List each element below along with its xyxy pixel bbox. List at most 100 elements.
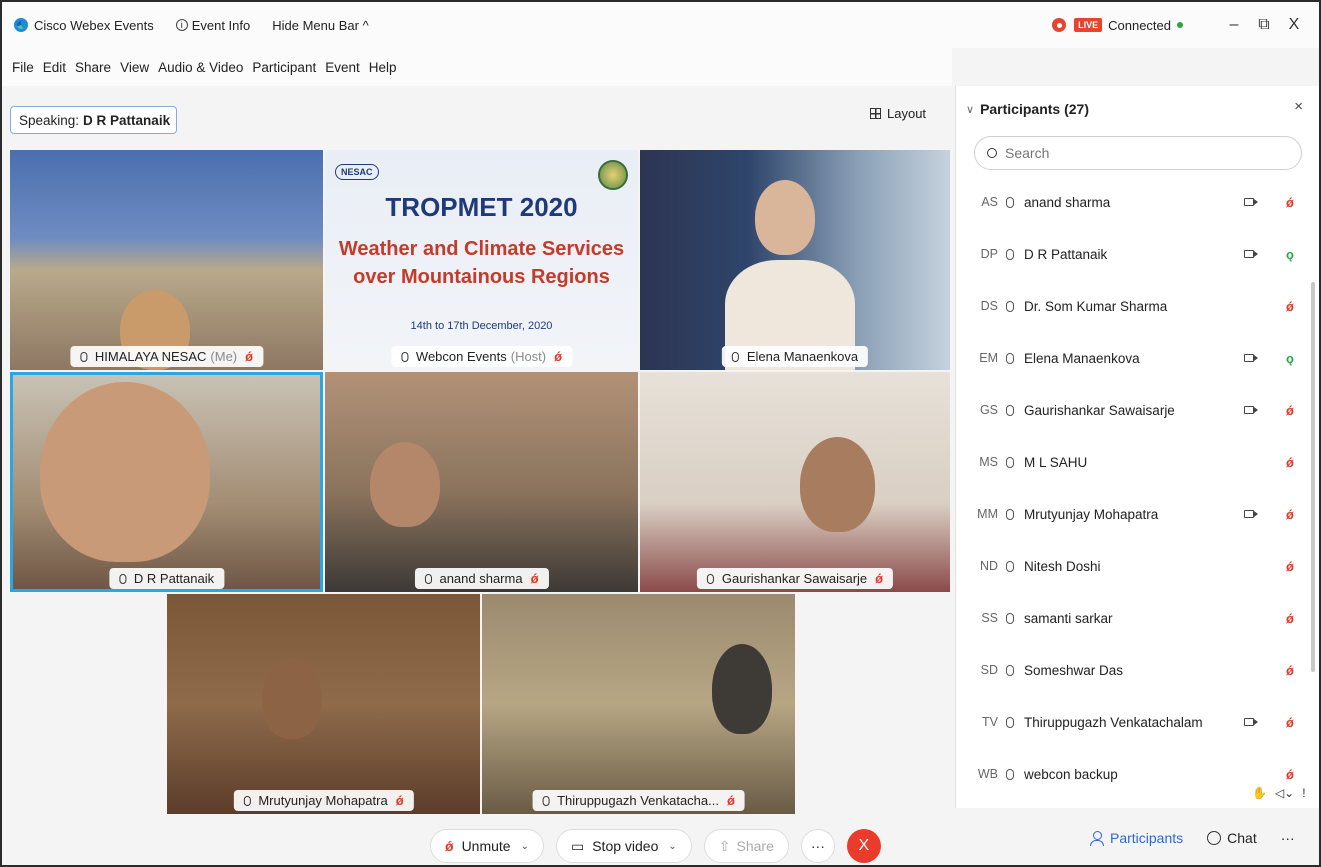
microphone-icon (1006, 196, 1014, 208)
megaphone-icon[interactable]: ◁⌄ (1275, 786, 1294, 800)
meeting-controls: ǿ Unmute ⌄ ▭ Stop video ⌄ ⇧ Share ··· X (430, 828, 881, 864)
video-tile-himalaya-nesac[interactable]: HIMALAYA NESAC (Me) ǿ (10, 150, 323, 370)
participant-list: AS anand sharma ǿ DP D R Pattanaik ǫ DS … (956, 176, 1320, 800)
recording-icon (1052, 18, 1067, 32)
participant-row[interactable]: SD Someshwar Das ǿ (956, 644, 1320, 696)
stop-video-button[interactable]: ▭ Stop video ⌄ (555, 829, 692, 863)
menu-file[interactable]: File (12, 60, 34, 75)
more-options-button[interactable]: ··· (800, 829, 835, 863)
alert-icon[interactable]: ! (1302, 786, 1305, 800)
chevron-down-icon[interactable]: ∨ (966, 103, 974, 116)
microphone-icon (1006, 664, 1014, 676)
microphone-icon (1006, 560, 1014, 572)
tile-name-tag: Elena Manaenkova (721, 346, 869, 367)
search-input[interactable] (1005, 145, 1285, 161)
participant-row[interactable]: EM Elena Manaenkova ǫ (956, 332, 1320, 384)
microphone-icon (1006, 508, 1014, 520)
muted-microphone-icon[interactable]: ǿ (1286, 611, 1294, 626)
raise-hand-icon[interactable]: ✋ (1252, 786, 1267, 800)
microphone-icon (1006, 768, 1014, 780)
banner-subtitle-2: over Mountainous Regions (353, 266, 610, 288)
participants-toggle-button[interactable]: Participants (1090, 830, 1183, 846)
more-panels-button[interactable]: ··· (1281, 830, 1295, 846)
participant-row[interactable]: SS samanti sarkar ǿ (956, 592, 1320, 644)
close-panel-button[interactable]: × (1294, 98, 1303, 115)
muted-microphone-icon[interactable]: ǿ (1286, 507, 1294, 522)
muted-microphone-icon[interactable]: ǿ (1286, 195, 1294, 210)
video-camera-icon (1244, 198, 1258, 206)
video-tile-d-r-pattanaik[interactable]: D R Pattanaik (10, 372, 323, 592)
muted-microphone-icon[interactable]: ǿ (1286, 767, 1294, 782)
participant-row[interactable]: TV Thiruppugazh Venkatachalam ǿ (956, 696, 1320, 748)
muted-microphone-icon[interactable]: ǿ (1286, 715, 1294, 730)
video-tile-gaurishankar-sawaisarje[interactable]: Gaurishankar Sawaisarje ǿ (640, 372, 950, 592)
video-tile-thiruppugazh-venkatachalam[interactable]: Thiruppugazh Venkatacha... ǿ (482, 594, 795, 814)
restore-button[interactable]: ⧉ (1249, 16, 1279, 34)
menu-edit[interactable]: Edit (43, 60, 66, 75)
muted-microphone-icon[interactable]: ǿ (1286, 455, 1294, 470)
active-speaker-label: Speaking: D R Pattanaik (10, 106, 177, 134)
chevron-down-icon[interactable]: ⌄ (668, 841, 676, 852)
participants-panel: ∨ Participants (27) × AS anand sharma ǿ … (955, 86, 1319, 808)
info-icon: i (175, 19, 188, 31)
muted-microphone-icon: ǿ (554, 349, 563, 364)
tile-name-tag: Mrutyunjay Mohapatra ǿ (233, 790, 414, 811)
close-window-button[interactable]: X (1279, 16, 1309, 34)
event-info-button[interactable]: i Event Info (175, 18, 250, 33)
active-microphone-icon[interactable]: ǫ (1286, 351, 1294, 366)
muted-microphone-icon[interactable]: ǿ (1286, 663, 1294, 678)
muted-microphone-icon[interactable]: ǿ (1286, 403, 1294, 418)
participant-row[interactable]: MM Mrutyunjay Mohapatra ǿ (956, 488, 1320, 540)
video-stage: Speaking: D R Pattanaik Layout HIMALAYA … (2, 86, 952, 865)
banner-title: TROPMET 2020 (385, 192, 578, 222)
microphone-icon (1006, 612, 1014, 624)
menu-event[interactable]: Event (325, 60, 360, 75)
participant-row[interactable]: ND Nitesh Doshi ǿ (956, 540, 1320, 592)
minimize-button[interactable]: – (1219, 16, 1249, 34)
video-tile-anand-sharma[interactable]: anand sharma ǿ (325, 372, 638, 592)
leave-meeting-button[interactable]: X (846, 829, 881, 863)
participant-search[interactable] (974, 136, 1302, 170)
muted-microphone-icon: ǿ (875, 571, 884, 586)
menu-share[interactable]: Share (75, 60, 111, 75)
video-tile-elena-manaenkova[interactable]: Elena Manaenkova (640, 150, 950, 370)
participant-row[interactable]: AS anand sharma ǿ (956, 176, 1320, 228)
video-tile-mrutyunjay-mohapatra[interactable]: Mrutyunjay Mohapatra ǿ (167, 594, 480, 814)
menu-view[interactable]: View (120, 60, 149, 75)
video-camera-icon (1244, 718, 1258, 726)
participant-row[interactable]: DP D R Pattanaik ǫ (956, 228, 1320, 280)
menu-participant[interactable]: Participant (252, 60, 316, 75)
microphone-icon (1006, 248, 1014, 260)
chevron-down-icon[interactable]: ⌄ (521, 841, 529, 852)
microphone-icon (118, 573, 126, 584)
muted-microphone-icon[interactable]: ǿ (1286, 299, 1294, 314)
participants-panel-header[interactable]: ∨ Participants (27) (956, 86, 1319, 132)
video-tile-webcon-events[interactable]: NESAC TROPMET 2020 Weather and Climate S… (325, 150, 638, 370)
muted-microphone-icon: ǿ (395, 793, 404, 808)
participant-row[interactable]: MS M L SAHU ǿ (956, 436, 1320, 488)
live-badge: LIVE (1074, 18, 1103, 32)
menu-audio-video[interactable]: Audio & Video (158, 60, 243, 75)
microphone-icon (1006, 716, 1014, 728)
microphone-icon (542, 795, 550, 806)
microphone-icon (1006, 404, 1014, 416)
title-bar-right: LIVE Connected – ⧉ X (1052, 2, 1309, 48)
layout-button[interactable]: Layout (870, 106, 926, 121)
muted-microphone-icon: ǿ (445, 838, 454, 854)
microphone-icon (1006, 352, 1014, 364)
chat-toggle-button[interactable]: Chat (1207, 830, 1257, 846)
share-button[interactable]: ⇧ Share (703, 829, 789, 863)
microphone-icon (706, 573, 714, 584)
connection-status[interactable]: Connected (1108, 18, 1171, 33)
microphone-icon (79, 351, 87, 362)
participant-row[interactable]: DS Dr. Som Kumar Sharma ǿ (956, 280, 1320, 332)
active-microphone-icon[interactable]: ǫ (1286, 247, 1294, 262)
hide-menu-bar-button[interactable]: Hide Menu Bar ^ (272, 18, 368, 33)
muted-microphone-icon[interactable]: ǿ (1286, 559, 1294, 574)
banner-subtitle-1: Weather and Climate Services (338, 238, 625, 260)
tile-name-tag: Webcon Events (Host) ǿ (390, 346, 573, 367)
participant-row[interactable]: GS Gaurishankar Sawaisarje ǿ (956, 384, 1320, 436)
participant-list-scrollbar[interactable] (1311, 282, 1315, 672)
unmute-button[interactable]: ǿ Unmute ⌄ (430, 829, 544, 863)
menu-help[interactable]: Help (369, 60, 397, 75)
